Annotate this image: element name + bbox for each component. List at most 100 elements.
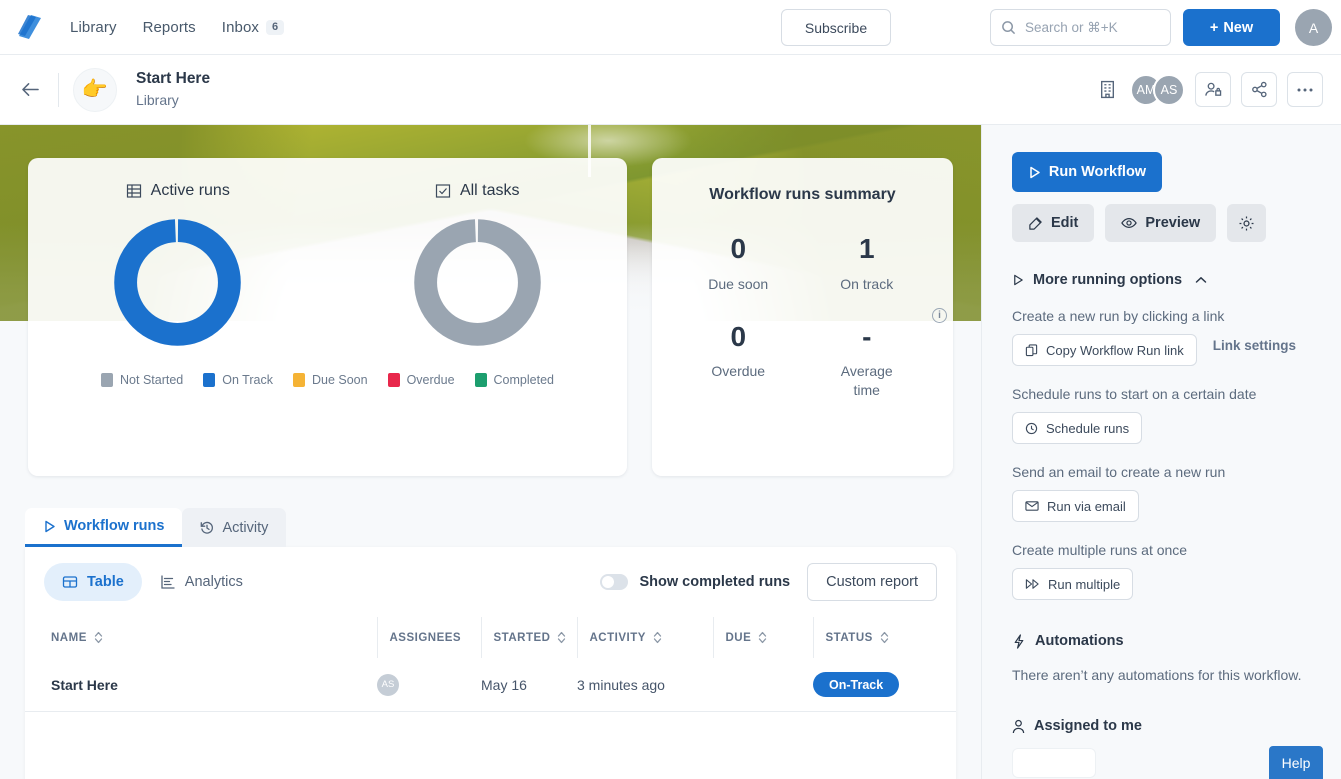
new-button[interactable]: + New bbox=[1183, 9, 1280, 46]
document-header-bar: 👉 Start Here Library AM AS bbox=[0, 55, 1341, 125]
table-row[interactable]: Start Here AS May 16 3 minutes ago On-Tr… bbox=[25, 658, 956, 712]
organization-icon[interactable] bbox=[1099, 80, 1116, 99]
column-label: ACTIVITY bbox=[589, 631, 646, 644]
run-multiple-button[interactable]: Run multiple bbox=[1012, 568, 1134, 600]
run-via-email-label: Run via email bbox=[1047, 498, 1126, 514]
workflow-runs-table: NAME ASSIGNEES STARTED ACTIVITY DUE STAT… bbox=[25, 617, 956, 712]
assigned-to-me-placeholder[interactable] bbox=[1012, 748, 1096, 778]
toggle-switch[interactable] bbox=[600, 574, 629, 590]
copy-icon bbox=[1025, 343, 1038, 357]
more-options-button[interactable] bbox=[1287, 72, 1323, 107]
status-badge[interactable]: On-Track bbox=[813, 672, 900, 697]
column-header-due[interactable]: DUE bbox=[712, 617, 813, 658]
permissions-button[interactable] bbox=[1195, 72, 1231, 107]
legend-swatch-on-track bbox=[203, 373, 216, 387]
nav-link-inbox[interactable]: Inbox 6 bbox=[222, 19, 285, 36]
active-runs-title-row: Active runs bbox=[126, 182, 230, 200]
run-via-email-hint: Send an email to create a new run bbox=[1012, 464, 1226, 480]
run-multiple-label: Run multiple bbox=[1048, 576, 1121, 592]
metric-value: 0 bbox=[730, 233, 747, 264]
column-label: NAME bbox=[51, 631, 87, 644]
table-header-row: NAME ASSIGNEES STARTED ACTIVITY DUE STAT… bbox=[25, 617, 956, 658]
play-icon bbox=[1028, 166, 1041, 179]
column-label: ASSIGNEES bbox=[389, 631, 462, 644]
avatar[interactable]: AS bbox=[377, 673, 399, 696]
legend-label: Not Started bbox=[120, 373, 184, 387]
back-arrow-icon[interactable] bbox=[20, 81, 58, 98]
checkbox-icon bbox=[435, 183, 451, 199]
mail-icon bbox=[1025, 500, 1039, 512]
sort-icon[interactable] bbox=[94, 631, 103, 644]
run-via-email-button[interactable]: Run via email bbox=[1012, 490, 1139, 522]
column-header-activity[interactable]: ACTIVITY bbox=[576, 617, 713, 658]
sort-icon[interactable] bbox=[557, 631, 566, 644]
metric-average-time: - Average time bbox=[803, 321, 932, 401]
analytics-icon bbox=[160, 574, 176, 590]
legend-item: Not Started bbox=[101, 373, 183, 387]
run-workflow-button[interactable]: Run Workflow bbox=[1012, 152, 1162, 192]
document-title-block: Start Here Library bbox=[136, 68, 210, 111]
cell-due bbox=[713, 658, 813, 712]
search-box[interactable] bbox=[990, 9, 1171, 46]
help-button[interactable]: Help bbox=[1269, 746, 1323, 779]
automations-empty-text: There aren’t any automations for this wo… bbox=[1012, 667, 1302, 683]
page-title: Start Here bbox=[136, 69, 211, 87]
assigned-to-me-title: Assigned to me bbox=[1034, 718, 1142, 734]
share-button[interactable] bbox=[1241, 72, 1277, 107]
avatar[interactable]: AS bbox=[1153, 73, 1185, 106]
column-header-status[interactable]: STATUS bbox=[812, 617, 956, 658]
legend-item: Due Soon bbox=[292, 373, 368, 387]
settings-button[interactable] bbox=[1227, 204, 1267, 242]
chevron-up-icon[interactable] bbox=[1195, 276, 1207, 284]
preview-label: Preview bbox=[1145, 215, 1201, 231]
legend-label: On Track bbox=[222, 373, 273, 387]
panel-toolbar: Table Analytics Show completed runs Cust… bbox=[25, 547, 956, 617]
column-header-assignees[interactable]: ASSIGNEES bbox=[376, 617, 481, 658]
search-icon bbox=[1001, 20, 1016, 35]
nav-link-library[interactable]: Library bbox=[70, 19, 117, 36]
view-toggle-analytics[interactable]: Analytics bbox=[142, 563, 261, 601]
legend-label: Completed bbox=[493, 373, 554, 387]
cell-started: May 16 bbox=[481, 658, 577, 712]
header-actions: AM AS bbox=[1099, 72, 1323, 107]
app-logo-icon[interactable] bbox=[8, 12, 52, 42]
subscribe-button[interactable]: Subscribe bbox=[781, 9, 891, 46]
edit-button[interactable]: Edit bbox=[1012, 204, 1095, 242]
column-header-started[interactable]: STARTED bbox=[480, 617, 577, 658]
sort-icon[interactable] bbox=[653, 631, 662, 644]
legend-swatch-not-started bbox=[101, 373, 114, 387]
legend-label: Due Soon bbox=[311, 373, 368, 387]
charts-card: Active runs All tasks Not Started On Tra… bbox=[28, 158, 627, 476]
document-emoji-icon[interactable]: 👉 bbox=[73, 67, 117, 112]
nav-link-reports[interactable]: Reports bbox=[143, 19, 196, 36]
sort-icon[interactable] bbox=[758, 631, 767, 644]
column-label: STARTED bbox=[493, 631, 551, 644]
link-settings-link[interactable]: Link settings bbox=[1213, 338, 1296, 353]
fast-forward-icon bbox=[1025, 578, 1040, 590]
tab-activity[interactable]: Activity bbox=[182, 508, 287, 547]
preview-button[interactable]: Preview bbox=[1105, 204, 1217, 242]
cell-name[interactable]: Start Here bbox=[25, 658, 377, 712]
more-running-options-header[interactable]: More running options bbox=[1012, 272, 1321, 288]
more-running-options-label: More running options bbox=[1033, 272, 1183, 288]
column-label: DUE bbox=[725, 631, 752, 644]
tab-workflow-runs[interactable]: Workflow runs bbox=[25, 508, 183, 547]
show-completed-runs-toggle[interactable]: Show completed runs bbox=[600, 574, 790, 590]
column-header-name[interactable]: NAME bbox=[25, 617, 377, 658]
search-input[interactable] bbox=[1025, 20, 1160, 35]
automations-header: Automations bbox=[1012, 633, 1321, 649]
copy-workflow-run-link-button[interactable]: Copy Workflow Run link bbox=[1012, 334, 1197, 366]
sort-icon[interactable] bbox=[880, 631, 889, 644]
metric-value: 1 bbox=[858, 233, 875, 264]
copy-link-row: Copy Workflow Run link Link settings bbox=[1012, 324, 1321, 366]
copy-link-hint: Create a new run by clicking a link bbox=[1012, 308, 1225, 324]
workflow-runs-summary-card: Workflow runs summary 0 Due soon 1 On tr… bbox=[652, 158, 953, 476]
user-avatar[interactable]: A bbox=[1295, 9, 1332, 46]
custom-report-button[interactable]: Custom report bbox=[807, 563, 937, 601]
table-icon bbox=[126, 183, 142, 199]
table-icon bbox=[62, 574, 78, 590]
schedule-runs-button[interactable]: Schedule runs bbox=[1012, 412, 1143, 444]
info-icon[interactable]: i bbox=[932, 308, 947, 323]
legend-label: Overdue bbox=[406, 373, 455, 387]
view-toggle-table[interactable]: Table bbox=[44, 563, 142, 601]
